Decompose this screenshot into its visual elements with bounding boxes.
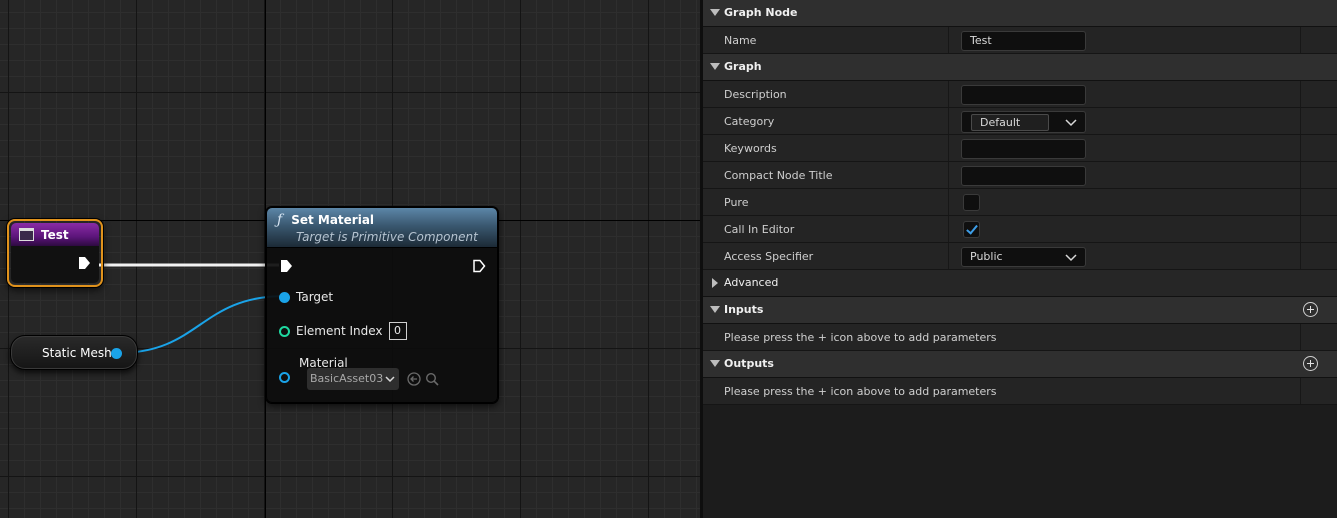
- static-mesh-label: Static Mesh: [42, 346, 112, 360]
- row-outputs-empty: Please press the + icon above to add par…: [703, 378, 1337, 405]
- material-asset-value: BasicAsset03: [310, 372, 384, 385]
- chevron-down-icon: [1065, 248, 1077, 271]
- description-input[interactable]: [961, 85, 1086, 105]
- set-material-title: Set Material: [291, 213, 375, 227]
- section-inputs[interactable]: Inputs: [703, 297, 1337, 324]
- row-category: Category Default: [703, 108, 1337, 135]
- call-in-editor-checkbox[interactable]: [963, 221, 980, 238]
- outputs-empty-message: Please press the + icon above to add par…: [724, 385, 997, 398]
- row-access-specifier: Access Specifier Public: [703, 243, 1337, 270]
- chevron-down-icon: [385, 368, 395, 398]
- browse-asset-search-icon[interactable]: [425, 372, 439, 386]
- object-wire: [117, 295, 286, 354]
- static-mesh-output-pin[interactable]: [111, 348, 122, 359]
- row-description-label: Description: [724, 88, 787, 101]
- section-graph-label: Graph: [724, 60, 762, 73]
- target-pin[interactable]: [279, 291, 290, 303]
- category-combo[interactable]: Default: [961, 111, 1086, 133]
- row-keywords: Keywords: [703, 135, 1337, 162]
- row-pure-label: Pure: [724, 196, 749, 209]
- inputs-empty-message: Please press the + icon above to add par…: [724, 331, 997, 344]
- test-event-node[interactable]: Test: [7, 219, 103, 287]
- keywords-input[interactable]: [961, 139, 1086, 159]
- set-material-node[interactable]: ƒ Set Material Target is Primitive Compo…: [266, 207, 498, 403]
- graph-canvas[interactable]: Test Static Mesh ƒ Set Material Target i…: [0, 0, 700, 518]
- add-output-plus-icon[interactable]: [1303, 356, 1318, 371]
- add-input-plus-icon[interactable]: [1303, 302, 1318, 317]
- row-compact-node-title-label: Compact Node Title: [724, 169, 833, 182]
- set-material-header[interactable]: ƒ Set Material Target is Primitive Compo…: [267, 208, 497, 248]
- static-mesh-variable-node[interactable]: Static Mesh: [10, 335, 138, 370]
- row-name-label: Name: [724, 34, 757, 47]
- row-category-label: Category: [724, 115, 775, 128]
- function-icon: ƒ: [277, 212, 283, 228]
- element-index-pin-row[interactable]: Element Index 0: [279, 322, 407, 340]
- section-graph[interactable]: Graph: [703, 54, 1337, 81]
- section-outputs-label: Outputs: [724, 357, 774, 370]
- element-index-input[interactable]: 0: [388, 322, 407, 340]
- section-advanced-label: Advanced: [724, 276, 779, 289]
- name-input[interactable]: Test: [961, 31, 1086, 51]
- row-keywords-label: Keywords: [724, 142, 777, 155]
- material-pin[interactable]: [279, 372, 290, 383]
- access-specifier-value: Public: [970, 250, 1003, 263]
- expand-arrow-icon[interactable]: [712, 278, 718, 288]
- row-compact-node-title: Compact Node Title: [703, 162, 1337, 189]
- chevron-down-icon[interactable]: [1065, 112, 1077, 135]
- exec-in-pin-icon[interactable]: [279, 259, 293, 273]
- element-index-label: Element Index: [296, 324, 383, 338]
- row-name: Name Test: [703, 27, 1337, 54]
- use-selected-asset-icon[interactable]: [407, 372, 421, 386]
- test-node-header[interactable]: Test: [11, 223, 99, 246]
- test-node-title: Test: [41, 227, 69, 242]
- access-specifier-dropdown[interactable]: Public: [961, 247, 1086, 267]
- set-material-subtitle: Target is Primitive Component: [296, 230, 478, 244]
- material-asset-dropdown[interactable]: BasicAsset03: [307, 368, 399, 390]
- collapse-arrow-icon[interactable]: [710, 360, 720, 367]
- exec-out-pin-icon[interactable]: [472, 259, 486, 273]
- element-index-pin[interactable]: [279, 325, 290, 337]
- category-input[interactable]: Default: [971, 114, 1049, 131]
- compact-node-title-input[interactable]: [961, 166, 1086, 186]
- collapse-arrow-icon[interactable]: [710, 63, 720, 70]
- event-function-icon: [19, 228, 34, 241]
- section-advanced[interactable]: Advanced: [703, 270, 1337, 297]
- target-pin-row[interactable]: Target: [279, 290, 333, 304]
- row-pure: Pure: [703, 189, 1337, 216]
- pure-checkbox[interactable]: [963, 194, 980, 211]
- row-access-specifier-label: Access Specifier: [724, 250, 814, 263]
- exec-out-pin-icon[interactable]: [77, 256, 91, 270]
- target-pin-label: Target: [296, 290, 334, 304]
- section-graph-node[interactable]: Graph Node: [703, 0, 1337, 27]
- collapse-arrow-icon[interactable]: [710, 9, 720, 16]
- details-panel: Graph Node Name Test Graph Description C…: [700, 0, 1337, 518]
- row-call-in-editor: Call In Editor: [703, 216, 1337, 243]
- row-call-in-editor-label: Call In Editor: [724, 223, 795, 236]
- collapse-arrow-icon[interactable]: [710, 306, 720, 313]
- section-inputs-label: Inputs: [724, 303, 764, 316]
- section-outputs[interactable]: Outputs: [703, 351, 1337, 378]
- row-inputs-empty: Please press the + icon above to add par…: [703, 324, 1337, 351]
- section-graph-node-label: Graph Node: [724, 6, 798, 19]
- row-description: Description: [703, 81, 1337, 108]
